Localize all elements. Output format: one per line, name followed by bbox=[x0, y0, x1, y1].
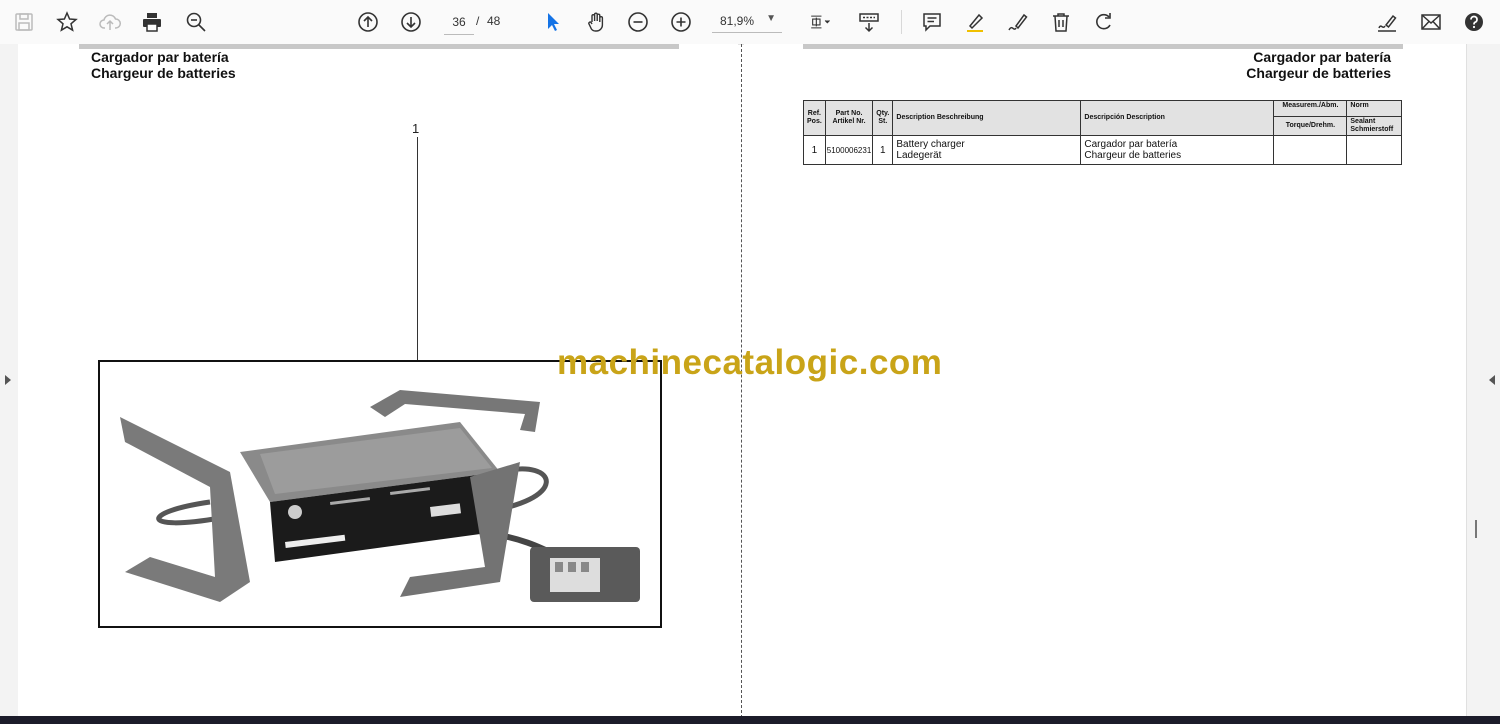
page-down-icon[interactable] bbox=[397, 8, 425, 36]
zoom-in-icon[interactable] bbox=[667, 8, 695, 36]
select-cursor-icon[interactable] bbox=[539, 8, 567, 36]
cell-sealant bbox=[1346, 135, 1403, 165]
callout-line bbox=[417, 137, 418, 360]
taskbar-strip bbox=[0, 716, 1500, 724]
hand-tool-icon[interactable] bbox=[582, 8, 610, 36]
print-icon[interactable] bbox=[138, 8, 166, 36]
th-torque: Torque/Drehm. bbox=[1273, 116, 1348, 136]
cell-qty: 1 bbox=[872, 135, 894, 165]
zoom-out-icon[interactable] bbox=[624, 8, 652, 36]
th-measure: Measurem./Abm. bbox=[1273, 100, 1348, 117]
toolbar: / 48 81,9% ▼ bbox=[0, 0, 1500, 45]
desc-en-line2: Ladegerät bbox=[896, 150, 942, 161]
desc-es-line1: Cargador par batería bbox=[1084, 139, 1178, 150]
callout-label: 1 bbox=[412, 121, 420, 136]
th-qty: Qty. St. bbox=[872, 100, 894, 136]
left-panel-toggle[interactable] bbox=[0, 44, 18, 718]
help-icon[interactable] bbox=[1460, 8, 1488, 36]
cell-desc-es: Cargador par batería Chargeur de batteri… bbox=[1080, 135, 1275, 165]
email-icon[interactable] bbox=[1417, 8, 1445, 36]
right-header-line2: Chargeur de batteries bbox=[1246, 65, 1391, 81]
parts-table: Ref. Pos. Part No. Artikel Nr. Qty. St. … bbox=[803, 100, 1403, 165]
right-header-line1: Cargador par batería bbox=[1253, 49, 1391, 65]
comment-icon[interactable] bbox=[918, 8, 946, 36]
fill-sign-icon[interactable] bbox=[1373, 8, 1401, 36]
chevron-down-icon: ▼ bbox=[766, 13, 776, 24]
right-panel-toggle-icon[interactable] bbox=[1488, 374, 1496, 386]
scroll-thumb[interactable] bbox=[1475, 520, 1477, 538]
draw-sign-icon[interactable] bbox=[1004, 8, 1032, 36]
zoom-value: 81,9% bbox=[720, 14, 755, 28]
th-part: Part No. Artikel Nr. bbox=[824, 100, 874, 136]
page-separator: / bbox=[476, 14, 480, 28]
save-icon[interactable] bbox=[10, 8, 38, 36]
highlight-pen-icon[interactable] bbox=[961, 8, 989, 36]
watermark-text: machinecatalogic.com bbox=[557, 343, 943, 382]
cloud-upload-icon[interactable] bbox=[96, 8, 124, 36]
right-scrollbar[interactable] bbox=[1466, 44, 1500, 718]
page-number-input[interactable] bbox=[444, 10, 474, 35]
left-header-line1: Cargador par batería bbox=[91, 49, 229, 65]
bookmark-star-icon[interactable] bbox=[53, 8, 81, 36]
th-ref: Ref. Pos. bbox=[803, 100, 826, 136]
zoom-select[interactable]: 81,9% ▼ bbox=[712, 10, 782, 33]
cell-torque bbox=[1273, 135, 1348, 165]
page-up-icon[interactable] bbox=[354, 8, 382, 36]
cell-desc-en: Battery charger Ladegerät bbox=[892, 135, 1082, 165]
cell-part: 5100006231 bbox=[824, 135, 874, 165]
table-row: 1 5100006231 1 Battery charger Ladegerät… bbox=[803, 135, 1403, 165]
th-desc-es: Descripción Description bbox=[1080, 100, 1275, 136]
desc-es-line2: Chargeur de batteries bbox=[1084, 150, 1182, 161]
battery-charger-image bbox=[100, 362, 660, 626]
page-total: 48 bbox=[487, 14, 501, 28]
rotate-icon[interactable] bbox=[1090, 8, 1118, 36]
left-header-line2: Chargeur de batteries bbox=[91, 65, 236, 81]
delete-icon[interactable] bbox=[1047, 8, 1075, 36]
fit-page-icon[interactable] bbox=[802, 8, 838, 36]
cell-ref: 1 bbox=[803, 135, 826, 165]
scroll-mode-icon[interactable] bbox=[855, 8, 883, 36]
desc-en-line1: Battery charger bbox=[896, 139, 965, 150]
product-photo-frame bbox=[98, 360, 662, 628]
th-norm: Norm bbox=[1346, 100, 1403, 117]
th-desc-en: Description Beschreibung bbox=[892, 100, 1082, 136]
find-zoom-icon[interactable] bbox=[182, 8, 210, 36]
th-sealant: Sealant Schmierstoff bbox=[1346, 116, 1403, 136]
